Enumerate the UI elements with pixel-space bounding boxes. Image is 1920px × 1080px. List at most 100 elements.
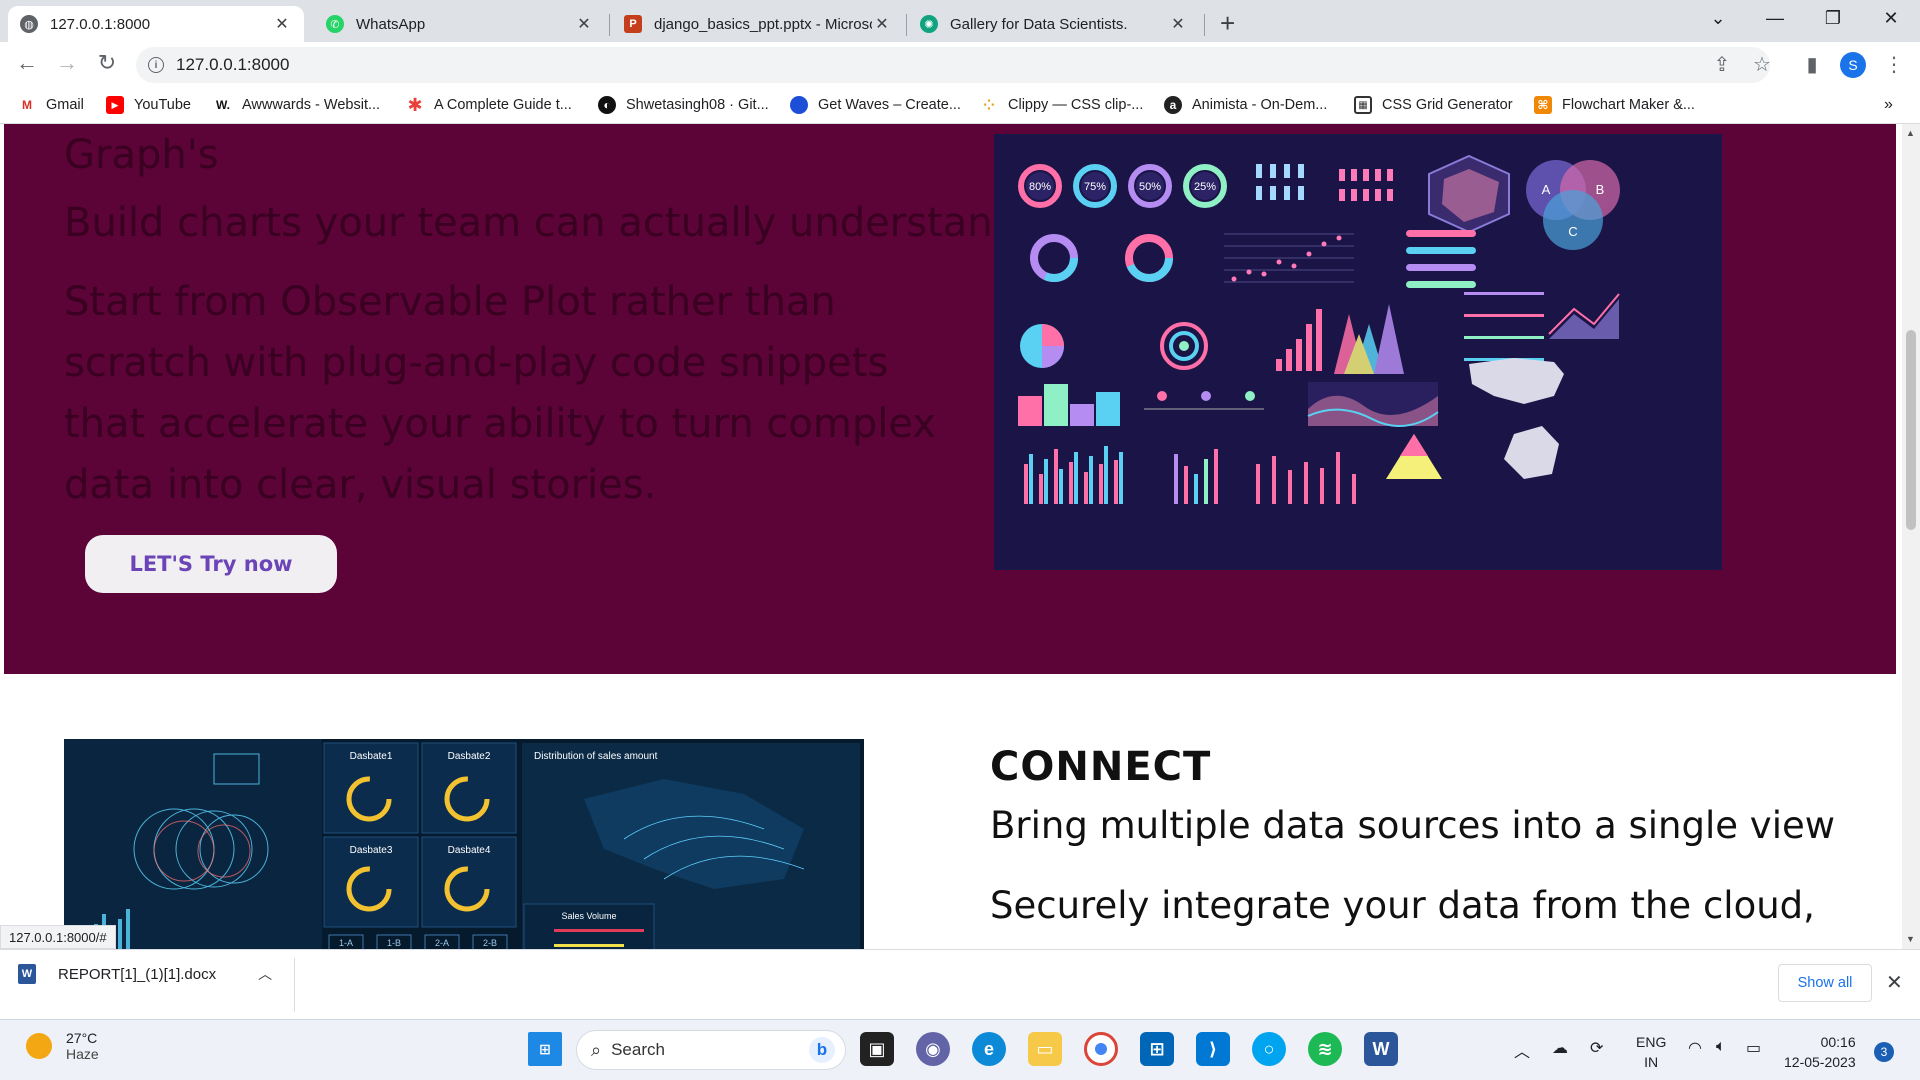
vscode-icon[interactable]: ⟩	[1196, 1032, 1230, 1066]
dashboard-button-label: 1-A	[339, 938, 353, 948]
bookmark-label: Flowchart Maker &...	[1562, 97, 1695, 113]
scrollbar-thumb[interactable]	[1906, 330, 1916, 530]
word-icon[interactable]: W	[1364, 1032, 1398, 1066]
tab-whatsapp[interactable]: ✆ WhatsApp ✕	[314, 6, 606, 42]
bookmark-clippy[interactable]: ⁘ Clippy — CSS clip-...	[980, 96, 1143, 114]
window-close-icon[interactable]: ✕	[1876, 8, 1906, 29]
github-icon: ◐	[598, 96, 616, 114]
scroll-up-icon[interactable]: ▲	[1906, 128, 1915, 138]
notification-badge[interactable]: 3	[1874, 1042, 1894, 1062]
file-explorer-icon[interactable]: ▭	[1028, 1032, 1062, 1066]
chatgpt-icon: ✺	[920, 15, 938, 33]
restore-icon[interactable]: ❐	[1818, 8, 1848, 29]
cortana-icon[interactable]: ○	[1252, 1032, 1286, 1066]
tab-title: 127.0.0.1:8000	[50, 15, 151, 33]
tab-title: django_basics_ppt.pptx - Microsо	[654, 15, 872, 33]
powerpoint-icon: P	[624, 15, 642, 33]
wifi-icon[interactable]: ◠	[1688, 1038, 1702, 1058]
graphs-hero-section: Graph's Build charts your team can actua…	[4, 124, 1896, 674]
sync-icon[interactable]: ⟳	[1590, 1038, 1603, 1058]
site-info-icon[interactable]: i	[148, 57, 164, 73]
bookmarks-overflow-icon[interactable]: »	[1884, 96, 1893, 114]
bookmark-getwaves[interactable]: Get Waves – Create...	[790, 96, 961, 114]
bookmark-awwwards[interactable]: W. Awwwards - Websit...	[214, 96, 380, 114]
new-tab-icon[interactable]: +	[1220, 8, 1235, 39]
page-scrollbar[interactable]: ▲ ▼	[1902, 124, 1920, 949]
bookmark-complete-guide[interactable]: ✱ A Complete Guide t...	[406, 94, 572, 115]
close-icon[interactable]: ✕	[872, 14, 892, 34]
close-icon[interactable]: ✕	[1886, 970, 1903, 995]
address-bar[interactable]: i 127.0.0.1:8000	[136, 47, 1770, 83]
menu-kebab-icon[interactable]: ⋮	[1880, 52, 1908, 77]
teams-chat-icon[interactable]: ◉	[916, 1032, 950, 1066]
language-indicator[interactable]: ENG IN	[1636, 1032, 1666, 1072]
awwwards-icon: W.	[216, 98, 230, 112]
microsoft-store-icon[interactable]: ⊞	[1140, 1032, 1174, 1066]
bookmark-youtube[interactable]: ▶ YouTube	[106, 96, 191, 114]
tab-separator	[1204, 14, 1205, 36]
download-item[interactable]: W REPORT[1]_(1)[1].docx ︿	[18, 964, 272, 984]
venn-label: A	[1542, 182, 1551, 197]
animista-icon: a	[1164, 96, 1182, 114]
reload-icon[interactable]: ↻	[92, 50, 122, 76]
tab-powerpoint[interactable]: P django_basics_ppt.pptx - Microsо ✕	[612, 6, 904, 42]
share-icon[interactable]: ⇪	[1708, 52, 1736, 77]
word-file-icon: W	[18, 964, 36, 984]
weather-temp: 27°C	[66, 1030, 98, 1046]
download-separator	[294, 958, 295, 1012]
chrome-icon[interactable]	[1084, 1032, 1118, 1066]
bookmark-flowchart[interactable]: ⌘ Flowchart Maker &...	[1534, 96, 1695, 114]
tab-separator	[609, 14, 610, 36]
tab-localhost[interactable]: ◍ 127.0.0.1:8000 ✕	[8, 6, 304, 42]
clock[interactable]: 00:16 12-05-2023	[1784, 1032, 1856, 1072]
lets-try-now-button[interactable]: LET'S Try now	[85, 535, 337, 593]
minimize-icon[interactable]: —	[1760, 8, 1790, 29]
spotify-icon[interactable]: ≋	[1308, 1032, 1342, 1066]
show-all-button[interactable]: Show all	[1778, 964, 1872, 1002]
windows-taskbar: 27°C Haze ⊞ ⌕ Search b ▣ ◉ e ▭ ⊞ ⟩ ○ ≋ W…	[0, 1019, 1920, 1080]
bing-icon[interactable]: b	[809, 1037, 835, 1063]
battery-icon[interactable]: ▭	[1746, 1038, 1761, 1058]
tab-search-chevron-icon[interactable]: ⌄	[1703, 8, 1733, 29]
scroll-down-icon[interactable]: ▼	[1906, 934, 1915, 944]
weather-tray-icon[interactable]: ☁	[1552, 1038, 1568, 1058]
edge-icon[interactable]: e	[972, 1032, 1006, 1066]
asterisk-icon: ✱	[407, 94, 423, 115]
bookmark-label: Awwwards - Websit...	[242, 97, 381, 113]
back-icon[interactable]: ←	[12, 50, 42, 76]
bookmark-css-grid[interactable]: ▦ CSS Grid Generator	[1354, 96, 1513, 114]
infographic-image: 80% 75% 50% 25% A B C	[994, 134, 1722, 570]
gmail-icon: M	[22, 98, 32, 112]
windows-start-icon[interactable]: ⊞	[528, 1032, 562, 1066]
chevron-up-icon[interactable]: ︿	[258, 964, 272, 984]
hero-title: Graph's	[64, 132, 219, 178]
volume-icon[interactable]: 🔈︎	[1716, 1038, 1726, 1056]
bookmark-github[interactable]: ◐ Shwetasingh08 · Git...	[598, 96, 769, 114]
side-panel-icon[interactable]: ▮	[1798, 52, 1826, 77]
close-icon[interactable]: ✕	[1168, 14, 1188, 34]
taskbar-search[interactable]: ⌕ Search b	[576, 1030, 846, 1070]
bookmark-label: A Complete Guide t...	[434, 97, 572, 113]
globe-icon: ◍	[20, 15, 38, 33]
bookmark-animista[interactable]: a Animista - On-Dem...	[1164, 96, 1327, 114]
weather-widget[interactable]: 27°C Haze	[26, 1030, 99, 1062]
profile-avatar[interactable]: S	[1840, 52, 1866, 78]
grid-icon: ▦	[1354, 96, 1372, 114]
show-hidden-icons[interactable]: ︿	[1514, 1038, 1530, 1062]
weather-condition: Haze	[66, 1046, 99, 1062]
bookmark-gmail[interactable]: M Gmail	[18, 96, 84, 114]
search-icon: ⌕	[591, 1039, 602, 1060]
bookmark-star-icon[interactable]: ☆	[1748, 52, 1776, 77]
donut-label: 80%	[1029, 181, 1051, 193]
venn-label: C	[1568, 224, 1577, 239]
dashboard-button-label: 2-A	[435, 938, 449, 948]
download-filename: REPORT[1]_(1)[1].docx	[58, 965, 217, 983]
dashboard-panel-title: Dasbate4	[448, 845, 491, 856]
tab-gallery[interactable]: ✺ Gallery for Data Scientists. ✕	[908, 6, 1200, 42]
close-icon[interactable]: ✕	[272, 14, 292, 34]
dashboard-button-label: 2-B	[483, 938, 497, 948]
forward-icon[interactable]: →	[52, 50, 82, 76]
close-icon[interactable]: ✕	[574, 14, 594, 34]
task-view-icon[interactable]: ▣	[860, 1032, 894, 1066]
connect-subtitle: Bring multiple data sources into a singl…	[990, 804, 1836, 847]
